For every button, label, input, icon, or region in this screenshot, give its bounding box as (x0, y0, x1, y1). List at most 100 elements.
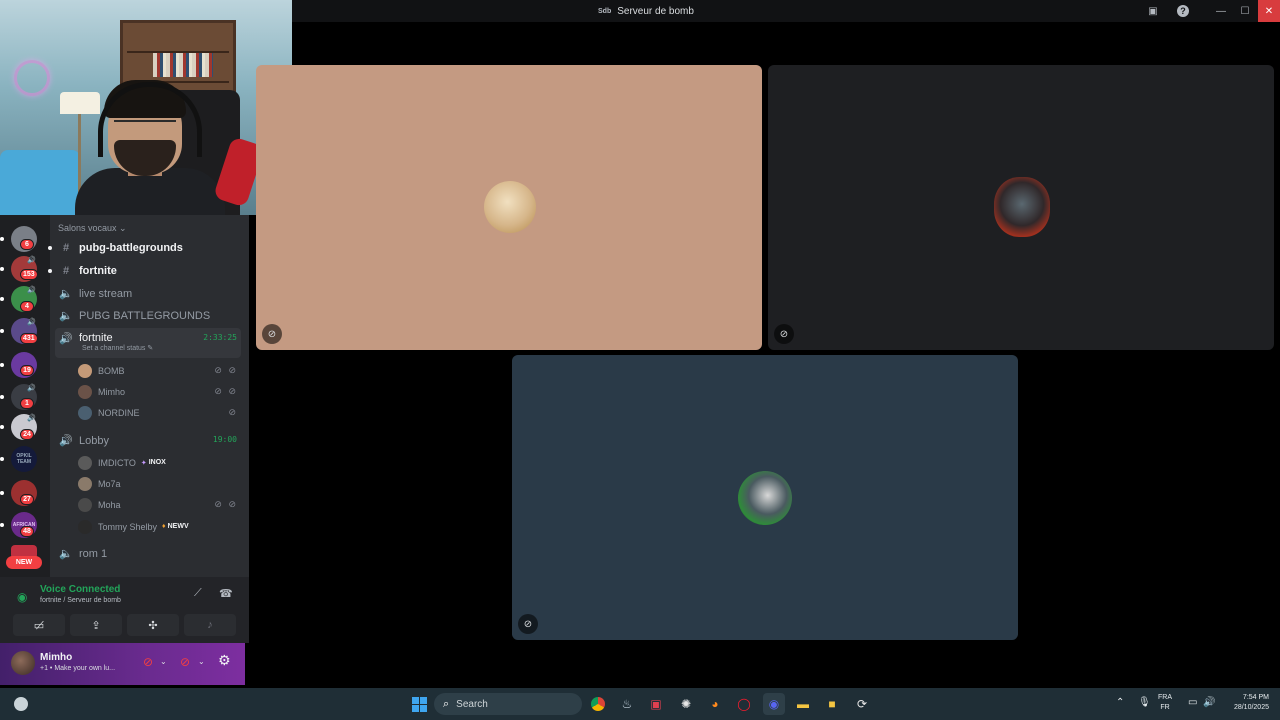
voice-member[interactable]: Moha ⊘ ⊘ (78, 495, 242, 514)
opera-icon[interactable]: ◯ (733, 693, 755, 715)
muted-deafened-icon: ⊘ ⊘ (214, 365, 238, 375)
help-icon[interactable]: ? (1171, 0, 1195, 22)
channel-timer: 2:33:25 (203, 333, 237, 342)
user-avatar[interactable] (11, 651, 35, 675)
screen-share-button[interactable]: ⇪ (70, 614, 122, 636)
voice-member[interactable]: Mimho ⊘ ⊘ (78, 382, 242, 401)
soundboard-icon: ♪ (207, 619, 213, 631)
firefox-icon[interactable]: ◕ (704, 693, 726, 715)
channel-status-placeholder[interactable]: Set a channel status ✎ (82, 344, 153, 352)
server-badge: 153 (20, 269, 38, 280)
app-icon-3[interactable]: ⟳ (851, 693, 873, 715)
channel-fortnite-text[interactable]: # fortnite (48, 260, 241, 281)
minimize-icon[interactable]: — (1209, 0, 1233, 22)
search-icon: ⌕ (443, 697, 450, 710)
channel-live-stream[interactable]: 🔈 live stream (55, 283, 241, 304)
unread-dot (48, 245, 52, 250)
camera-button[interactable]: ▭̸ (13, 614, 65, 636)
video-tile-nordine[interactable]: ⊘ (512, 355, 1018, 640)
channel-lobby[interactable]: 🔊 Lobby 19:00 (55, 430, 241, 451)
user-panel (0, 643, 245, 685)
start-icon[interactable] (408, 693, 430, 715)
unread-dot (0, 523, 4, 527)
voice-member[interactable]: NORDINE ⊘ (78, 403, 242, 422)
voice-member[interactable]: Tommy Shelby ♦ NEWV (78, 517, 242, 536)
server-badge: 4 (20, 301, 34, 312)
user-name[interactable]: Mimho (40, 652, 72, 663)
settings-gear-icon[interactable]: ⚙ (218, 652, 231, 669)
unread-dot (0, 297, 4, 301)
channel-pubg-voice[interactable]: 🔈 PUBG BATTLEGROUNDS (55, 305, 241, 326)
mute-icon[interactable]: ⊘ (143, 655, 153, 669)
unread-dot (48, 268, 52, 273)
noise-suppression-icon[interactable]: ⟋ (194, 587, 202, 600)
microphone-icon[interactable]: 🎙 (1138, 697, 1151, 708)
chrome-icon[interactable] (587, 693, 609, 715)
voice-member[interactable]: IMDICTO ✦ INOX (78, 453, 242, 472)
category-voice-channels[interactable]: Salons vocaux ⌄ (58, 223, 127, 234)
chatgpt-icon[interactable]: ✺ (675, 693, 697, 715)
text-channel-icon: # (62, 241, 70, 254)
soundboard-button[interactable]: ♪ (184, 614, 236, 636)
server-badge: 27 (20, 494, 34, 505)
weather-icon[interactable] (14, 697, 28, 711)
server-badge: 1 (20, 398, 34, 409)
server-icon-8[interactable]: OPKIL TEAM (11, 446, 37, 472)
discord-icon[interactable]: ◉ (763, 693, 785, 715)
muted-deafened-icon: ⊘ ⊘ (214, 386, 238, 396)
camera-off-icon: ▭̸ (33, 619, 45, 632)
user-status[interactable]: +1 • Make your own lu... (40, 665, 115, 672)
signal-icon[interactable]: ◉ (17, 590, 27, 604)
channel-fortnite-voice[interactable]: 🔊 fortnite 2:33:25 Set a channel status … (55, 328, 241, 358)
volume-icon[interactable]: 🔊 (1203, 697, 1215, 708)
display-icon[interactable]: ▭ (1188, 697, 1197, 708)
channel-pubg-battlegrounds[interactable]: # pubg-battlegrounds (48, 237, 241, 258)
speaker-icon: 🔊 (27, 415, 36, 422)
app-icon-2[interactable]: ■ (821, 693, 843, 715)
chevron-down-icon[interactable]: ⌄ (160, 657, 167, 666)
speaker-icon: 🔊 (27, 385, 36, 392)
speaker-icon: 🔈 (59, 310, 73, 322)
chevron-down-icon[interactable]: ⌄ (198, 657, 205, 666)
maximize-icon[interactable]: ☐ (1233, 0, 1257, 22)
deafen-icon[interactable]: ⊘ (180, 655, 190, 669)
muted-icon: ⊘ (228, 407, 238, 417)
speaker-icon: 🔊 (59, 333, 73, 345)
input-language[interactable]: FRA FR (1158, 693, 1172, 713)
taskbar-search[interactable]: ⌕ Search (434, 693, 582, 715)
channel-rom-1[interactable]: 🔈 rom 1 (55, 543, 241, 564)
unread-dot (0, 363, 4, 367)
voice-status[interactable]: Voice Connected (40, 584, 120, 595)
video-tile-mimho[interactable]: ⊘ (768, 65, 1274, 350)
server-badge: 19 (20, 365, 34, 376)
avatar (78, 363, 92, 378)
avatar (994, 177, 1050, 237)
avatar (78, 405, 92, 420)
speaker-icon: 🔊 (27, 287, 36, 294)
unread-dot (0, 457, 4, 461)
camera-off-icon: ⊘ (774, 324, 794, 344)
voice-member[interactable]: Mo7a (78, 474, 242, 493)
chevron-up-icon[interactable]: ⌃ (1116, 697, 1124, 708)
app-icon[interactable]: ▣ (645, 693, 667, 715)
muted-icon: ⊘ (518, 614, 538, 634)
close-icon[interactable]: ✕ (1258, 0, 1280, 22)
voice-member[interactable]: BOMB ⊘ ⊘ (78, 361, 242, 380)
unread-dot (0, 395, 4, 399)
avatar (78, 384, 92, 399)
steam-icon[interactable]: ♨ (616, 693, 638, 715)
disconnect-icon[interactable]: ☎ (219, 587, 233, 600)
taskbar (0, 688, 1280, 720)
video-tile-bomb[interactable]: ⊘ (256, 65, 762, 350)
server-badge: 24 (20, 429, 34, 440)
activities-button[interactable]: ✣ (127, 614, 179, 636)
voice-location[interactable]: fortnite / Serveur de bomb (40, 597, 121, 604)
server-badge: 431 (20, 333, 38, 344)
inbox-icon[interactable]: ▣ (1141, 0, 1165, 22)
screen-share-icon: ⇪ (91, 619, 101, 632)
clock[interactable]: 7:54 PM 28/10/2025 (1224, 693, 1269, 713)
clan-tag-icon: ♦ (162, 523, 166, 530)
channel-list: Salons vocaux ⌄ # pubg-battlegrounds # f… (48, 215, 249, 577)
file-explorer-icon[interactable]: ▬ (792, 693, 814, 715)
new-badge: NEW (6, 556, 42, 569)
